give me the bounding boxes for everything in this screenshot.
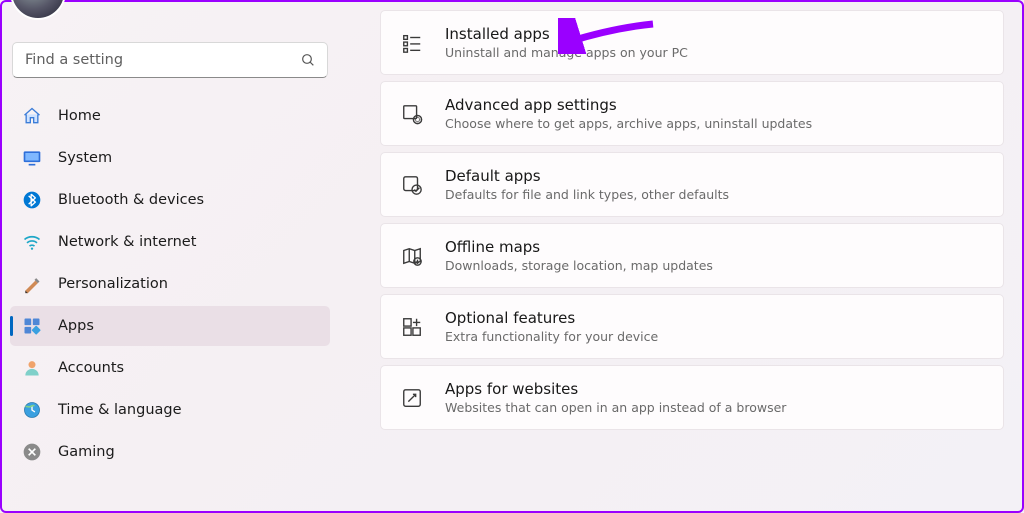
nav-bluetooth[interactable]: Bluetooth & devices <box>10 180 330 220</box>
nav-accounts[interactable]: Accounts <box>10 348 330 388</box>
card-title: Default apps <box>445 167 729 185</box>
home-icon <box>22 106 42 126</box>
nav-label: System <box>58 150 112 166</box>
nav-label: Accounts <box>58 360 124 376</box>
gaming-icon <box>22 442 42 462</box>
card-offline-maps[interactable]: Offline maps Downloads, storage location… <box>380 223 1004 288</box>
nav-label: Personalization <box>58 276 168 292</box>
card-list: Installed apps Uninstall and manage apps… <box>380 10 1004 430</box>
card-subtitle: Uninstall and manage apps on your PC <box>445 45 688 60</box>
nav-label: Gaming <box>58 444 115 460</box>
main-content: Installed apps Uninstall and manage apps… <box>338 2 1022 511</box>
apps-icon <box>22 316 42 336</box>
nav-label: Network & internet <box>58 234 196 250</box>
search-icon <box>300 52 316 68</box>
card-advanced-app-settings[interactable]: Advanced app settings Choose where to ge… <box>380 81 1004 146</box>
user-avatar[interactable] <box>10 0 66 20</box>
nav-system[interactable]: System <box>10 138 330 178</box>
system-icon <box>22 148 42 168</box>
card-title: Offline maps <box>445 238 713 256</box>
nav-home[interactable]: Home <box>10 96 330 136</box>
card-default-apps[interactable]: Default apps Defaults for file and link … <box>380 152 1004 217</box>
apps-for-websites-icon <box>401 387 423 409</box>
nav-label: Home <box>58 108 101 124</box>
advanced-settings-icon <box>401 103 423 125</box>
search-container <box>12 42 328 78</box>
card-subtitle: Downloads, storage location, map updates <box>445 258 713 273</box>
card-subtitle: Defaults for file and link types, other … <box>445 187 729 202</box>
installed-apps-icon <box>401 32 423 54</box>
nav-apps[interactable]: Apps <box>10 306 330 346</box>
card-installed-apps[interactable]: Installed apps Uninstall and manage apps… <box>380 10 1004 75</box>
optional-features-icon <box>401 316 423 338</box>
sidebar: Home System Bluetooth & devices Network … <box>2 2 338 511</box>
nav-gaming[interactable]: Gaming <box>10 432 330 472</box>
card-title: Optional features <box>445 309 658 327</box>
card-subtitle: Choose where to get apps, archive apps, … <box>445 116 812 131</box>
nav-network[interactable]: Network & internet <box>10 222 330 262</box>
offline-maps-icon <box>401 245 423 267</box>
bluetooth-icon <box>22 190 42 210</box>
search-input[interactable] <box>12 42 328 78</box>
nav-label: Time & language <box>58 402 182 418</box>
card-title: Apps for websites <box>445 380 786 398</box>
default-apps-icon <box>401 174 423 196</box>
nav-time[interactable]: Time & language <box>10 390 330 430</box>
card-title: Installed apps <box>445 25 688 43</box>
time-icon <box>22 400 42 420</box>
card-optional-features[interactable]: Optional features Extra functionality fo… <box>380 294 1004 359</box>
card-apps-for-websites[interactable]: Apps for websites Websites that can open… <box>380 365 1004 430</box>
nav-label: Apps <box>58 318 94 334</box>
nav-personalization[interactable]: Personalization <box>10 264 330 304</box>
card-subtitle: Extra functionality for your device <box>445 329 658 344</box>
accounts-icon <box>22 358 42 378</box>
network-icon <box>22 232 42 252</box>
card-title: Advanced app settings <box>445 96 812 114</box>
personalization-icon <box>22 274 42 294</box>
nav-label: Bluetooth & devices <box>58 192 204 208</box>
card-subtitle: Websites that can open in an app instead… <box>445 400 786 415</box>
nav-list: Home System Bluetooth & devices Network … <box>10 96 330 472</box>
